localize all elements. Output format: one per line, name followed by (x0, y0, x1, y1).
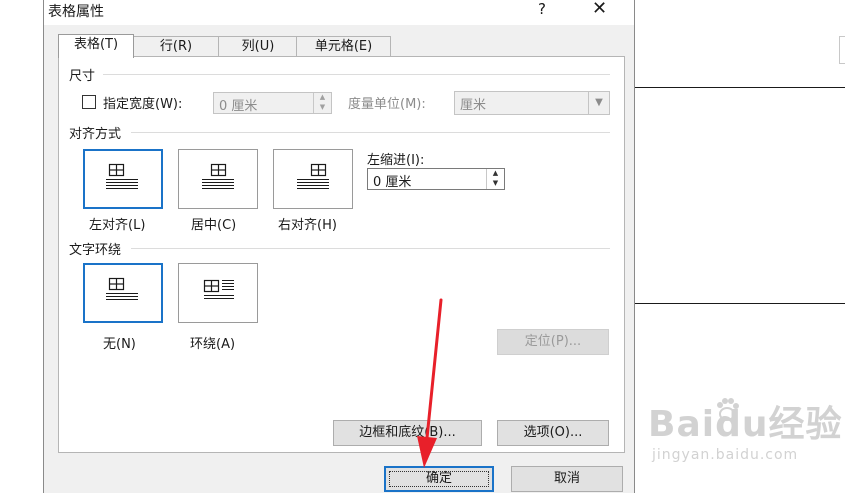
spin-up-icon[interactable]: ▲ (314, 93, 331, 102)
options-button[interactable]: 选项(O)... (497, 420, 609, 446)
watermark-brand: Baidu经验 (648, 404, 843, 445)
align-center-option[interactable] (178, 149, 258, 209)
wrap-around-icon (203, 279, 234, 299)
focus-rectangle (389, 471, 489, 487)
tab-row[interactable]: 行(R) (132, 36, 220, 57)
left-indent-arrows: ▲ ▼ (486, 169, 504, 189)
close-icon[interactable]: ✕ (592, 0, 607, 19)
table-properties-dialog: 表格属性 ? ✕ 表格(T) 行(R) 列(U) 单元格(E) 尺寸 指定宽度(… (43, 0, 635, 493)
tab-cell[interactable]: 单元格(E) (296, 36, 391, 57)
wrap-around-option[interactable] (178, 263, 258, 323)
size-group-title: 尺寸 (69, 69, 96, 84)
align-right-icon (297, 163, 329, 189)
wrap-none-label: 无(N) (103, 337, 136, 352)
align-right-option[interactable] (273, 149, 353, 209)
align-left-label: 左对齐(L) (89, 218, 146, 233)
position-button[interactable]: 定位(P)... (497, 329, 609, 355)
watermark-url: jingyan.baidu.com (652, 447, 799, 463)
alignment-group-divider (131, 132, 610, 133)
wrapping-group-divider (131, 248, 610, 249)
align-center-icon (202, 163, 234, 189)
spin-down-icon[interactable]: ▼ (314, 103, 331, 112)
alignment-group-title: 对齐方式 (69, 127, 122, 142)
ok-button[interactable]: 确定 (384, 466, 494, 492)
specify-width-label: 指定宽度(W): (103, 97, 183, 112)
align-center-label: 居中(C) (191, 218, 237, 233)
paw-icon (717, 398, 739, 421)
wrap-none-icon (106, 277, 138, 300)
specify-width-checkbox[interactable] (82, 95, 96, 109)
spin-up-icon[interactable]: ▲ (487, 169, 504, 178)
align-right-label: 右对齐(H) (278, 218, 337, 233)
document-cell-edge (839, 36, 845, 64)
size-group-divider (103, 74, 610, 75)
spin-down-icon[interactable]: ▼ (487, 179, 504, 188)
document-table-line (633, 303, 845, 304)
unit-label: 度量单位(M): (348, 97, 426, 112)
wrapping-group-title: 文字环绕 (69, 243, 122, 258)
left-indent-label: 左缩进(I): (367, 153, 425, 168)
cancel-button[interactable]: 取消 (511, 466, 623, 492)
tab-panel-table: 尺寸 指定宽度(W): 0 厘米 ▲ ▼ 度量单位(M): 厘米 ▼ 对齐方式 (58, 56, 625, 453)
left-indent-value: 0 厘米 (373, 175, 412, 190)
dialog-title: 表格属性 (48, 4, 104, 20)
width-spinner-arrows: ▲ ▼ (313, 93, 331, 113)
width-spinner[interactable]: 0 厘米 ▲ ▼ (213, 92, 332, 114)
unit-combobox-value: 厘米 (460, 98, 487, 113)
tab-column[interactable]: 列(U) (218, 36, 298, 57)
baidu-watermark: Baidu经验 jingyan.baidu.com (648, 395, 843, 463)
borders-shading-button[interactable]: 边框和底纹(B)... (333, 420, 482, 446)
tab-table[interactable]: 表格(T) (58, 34, 134, 58)
wrap-around-label: 环绕(A) (190, 337, 236, 352)
unit-combobox[interactable]: 厘米 ▼ (454, 91, 610, 115)
document-table-line (633, 87, 845, 88)
dialog-titlebar: 表格属性 ? ✕ (44, 0, 634, 25)
width-spinner-value: 0 厘米 (219, 99, 258, 114)
left-indent-spinner[interactable]: 0 厘米 ▲ ▼ (367, 168, 505, 190)
chevron-down-icon[interactable]: ▼ (588, 92, 609, 114)
help-icon[interactable]: ? (538, 0, 546, 18)
align-left-icon (106, 163, 138, 189)
align-left-option[interactable] (83, 149, 163, 209)
wrap-none-option[interactable] (83, 263, 163, 323)
